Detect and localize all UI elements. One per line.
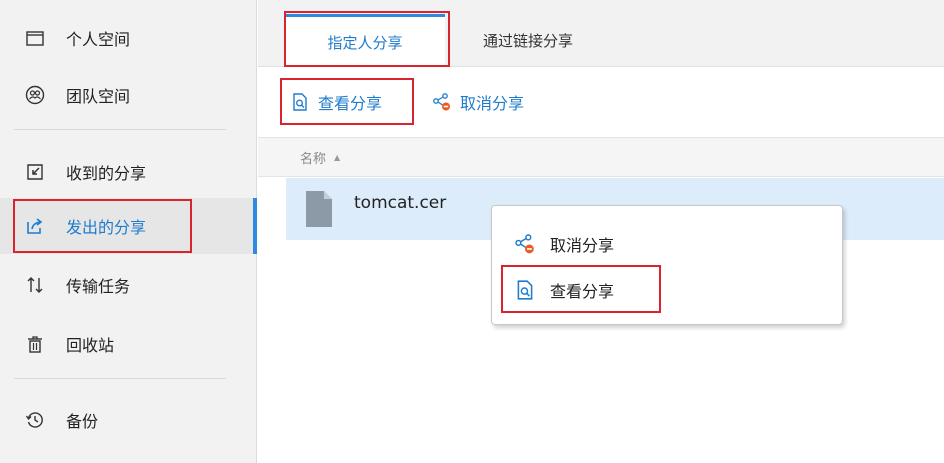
sidebar-item-transfer-tasks[interactable]: 传输任务 [0, 257, 257, 313]
sidebar-divider [14, 129, 226, 130]
unshare-icon [515, 234, 534, 254]
sidebar: 个人空间 团队空间 收到的分享 发出的分享 传输任务 回收站 备份 [0, 0, 257, 463]
cancel-share-button[interactable]: 取消分享 [432, 85, 524, 119]
view-share-label: 查看分享 [318, 94, 383, 113]
sidebar-item-received-shares[interactable]: 收到的分享 [0, 144, 257, 200]
tab-bar: 指定人分享 通过链接分享 [258, 0, 944, 67]
context-menu-label: 查看分享 [550, 282, 615, 301]
context-menu: 取消分享 查看分享 [491, 205, 843, 325]
sidebar-item-label: 发出的分享 [66, 218, 147, 237]
list-header: 名称 ▲ [258, 137, 944, 177]
sort-ascending-icon: ▲ [334, 152, 341, 162]
outbox-share-icon [24, 215, 46, 237]
context-menu-view-share[interactable]: 查看分享 [514, 272, 614, 308]
file-icon [306, 191, 332, 227]
sidebar-item-label: 备份 [66, 412, 99, 431]
sidebar-item-label: 团队空间 [66, 87, 131, 106]
context-menu-label: 取消分享 [550, 236, 615, 255]
inbox-share-icon [24, 161, 46, 183]
column-name-header[interactable]: 名称 [300, 148, 326, 167]
cancel-share-label: 取消分享 [460, 94, 525, 113]
sidebar-item-backup[interactable]: 备份 [0, 392, 257, 448]
sidebar-item-label: 个人空间 [66, 30, 131, 49]
backup-icon [24, 409, 46, 431]
sidebar-item-label: 回收站 [66, 336, 115, 355]
file-name: tomcat.cer [354, 193, 447, 213]
view-share-icon [517, 280, 533, 300]
sidebar-divider [14, 378, 226, 379]
app-window: 个人空间 团队空间 收到的分享 发出的分享 传输任务 回收站 备份 指定人分享 … [0, 0, 944, 463]
sidebar-item-recycle-bin[interactable]: 回收站 [0, 316, 257, 372]
unshare-icon [433, 93, 450, 111]
sidebar-item-label: 收到的分享 [66, 164, 147, 183]
sidebar-item-sent-shares[interactable]: 发出的分享 [0, 198, 257, 254]
sidebar-item-personal-space[interactable]: 个人空间 [0, 10, 257, 66]
toolbar: 查看分享 取消分享 [258, 67, 944, 137]
view-share-button[interactable]: 查看分享 [290, 85, 382, 119]
tab-link-share[interactable]: 通过链接分享 [458, 14, 598, 67]
tab-designated-share[interactable]: 指定人分享 [285, 14, 445, 67]
sidebar-item-label: 传输任务 [66, 277, 131, 296]
team-icon [24, 84, 46, 106]
trash-icon [24, 333, 46, 355]
transfer-icon [24, 274, 46, 296]
view-share-icon [293, 93, 307, 111]
sidebar-item-team-space[interactable]: 团队空间 [0, 67, 257, 123]
context-menu-cancel-share[interactable]: 取消分享 [514, 226, 614, 262]
folder-icon [24, 27, 46, 49]
